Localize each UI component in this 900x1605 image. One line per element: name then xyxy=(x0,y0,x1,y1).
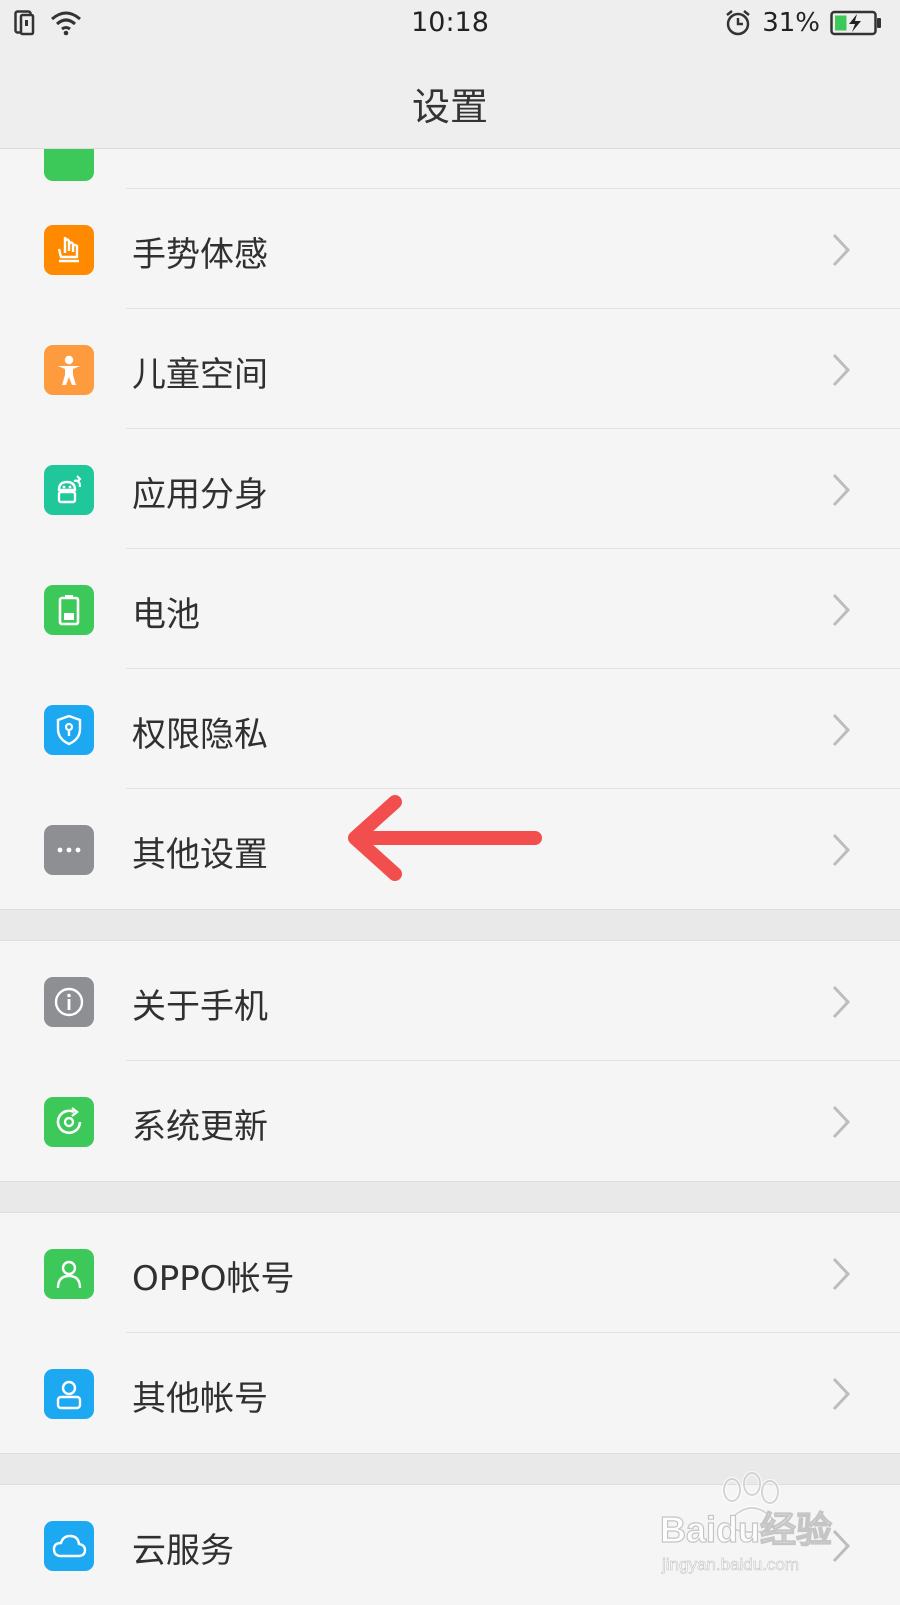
settings-item-kids-space[interactable]: 儿童空间 xyxy=(0,309,900,429)
chevron-right-icon xyxy=(832,833,851,867)
chevron-right-icon xyxy=(832,713,851,747)
child-icon xyxy=(44,345,94,395)
settings-item-gesture[interactable]: 手势体感 xyxy=(0,189,900,309)
settings-group-1: 手势体感 儿童空间 应用分身 电池 权限隐私 其他设置 xyxy=(0,149,900,909)
chevron-right-icon xyxy=(832,1105,851,1139)
status-bar: 10:18 31% xyxy=(0,0,900,48)
settings-item-label: 其他设置 xyxy=(132,835,268,875)
settings-item-partial[interactable] xyxy=(0,149,900,189)
battery-percent: 31% xyxy=(762,8,820,38)
settings-item-app-clone[interactable]: 应用分身 xyxy=(0,429,900,549)
settings-item-label: 关于手机 xyxy=(132,987,268,1027)
settings-item-label: 电池 xyxy=(132,595,200,635)
settings-item-other-settings[interactable]: 其他设置 xyxy=(0,789,900,909)
chevron-right-icon xyxy=(832,233,851,267)
chevron-right-icon xyxy=(832,473,851,507)
battery-icon xyxy=(44,585,94,635)
gesture-hand-icon xyxy=(44,225,94,275)
partial-green-icon xyxy=(44,149,94,181)
settings-item-oppo-account[interactable]: OPPO帐号 xyxy=(0,1213,900,1333)
settings-item-label: 权限隐私 xyxy=(132,715,268,755)
settings-item-label: 应用分身 xyxy=(132,475,268,515)
chevron-right-icon xyxy=(832,985,851,1019)
settings-item-label: 其他帐号 xyxy=(132,1379,268,1419)
update-icon xyxy=(44,1097,94,1147)
account-icon xyxy=(44,1369,94,1419)
chevron-right-icon xyxy=(832,593,851,627)
settings-group-3: OPPO帐号 其他帐号 xyxy=(0,1213,900,1453)
battery-charging-icon xyxy=(830,10,881,36)
privacy-shield-icon xyxy=(44,705,94,755)
more-dots-icon xyxy=(44,825,94,875)
settings-item-other-accounts[interactable]: 其他帐号 xyxy=(0,1333,900,1453)
watermark-url: jingyan.baidu.com xyxy=(661,1555,799,1574)
person-icon xyxy=(44,1249,94,1299)
chevron-right-icon xyxy=(832,1257,851,1291)
section-gap xyxy=(0,1181,900,1213)
settings-item-label: 儿童空间 xyxy=(132,355,268,395)
settings-item-label: 手势体感 xyxy=(132,235,268,275)
settings-item-privacy[interactable]: 权限隐私 xyxy=(0,669,900,789)
baidu-paw-logo-icon: Baidu经验 jingyan.baidu.com xyxy=(659,1471,833,1574)
chevron-right-icon xyxy=(832,353,851,387)
watermark-logo: Baidu经验 jingyan.baidu.com xyxy=(659,1470,860,1580)
watermark-brand: Baidu经验 xyxy=(660,1509,832,1550)
settings-item-label: 云服务 xyxy=(132,1531,234,1571)
settings-item-system-update[interactable]: 系统更新 xyxy=(0,1061,900,1181)
alarm-icon xyxy=(726,10,750,36)
settings-item-battery[interactable]: 电池 xyxy=(0,549,900,669)
settings-item-label: 系统更新 xyxy=(132,1107,268,1147)
info-icon xyxy=(44,977,94,1027)
app-clone-icon xyxy=(44,465,94,515)
chevron-right-icon xyxy=(832,1377,851,1411)
settings-list: 手势体感 儿童空间 应用分身 电池 权限隐私 其他设置 关于手机 系统更新 OP… xyxy=(0,149,900,1605)
section-gap xyxy=(0,909,900,941)
title-bar: 设置 xyxy=(0,48,900,149)
cloud-icon xyxy=(44,1521,94,1571)
settings-item-about-phone[interactable]: 关于手机 xyxy=(0,941,900,1061)
settings-item-label: OPPO帐号 xyxy=(132,1259,295,1299)
page-title: 设置 xyxy=(411,85,488,129)
settings-group-2: 关于手机 系统更新 xyxy=(0,941,900,1181)
